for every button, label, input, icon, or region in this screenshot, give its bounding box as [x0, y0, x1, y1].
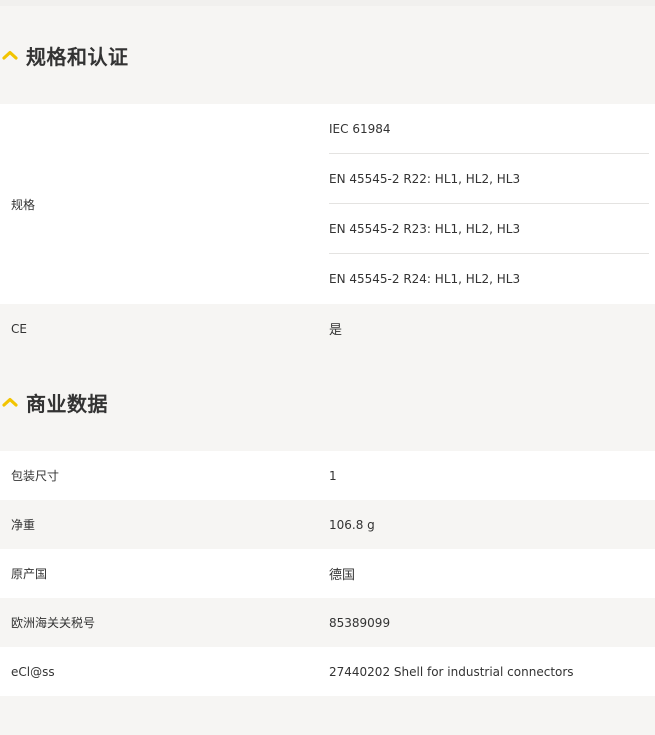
standard-item: IEC 61984 [329, 104, 649, 154]
section-title: 商业数据 [26, 391, 108, 416]
row-value: 是 [329, 304, 655, 353]
row-value: 106.8 g [329, 517, 375, 532]
table-row-net-weight: 净重 106.8 g [0, 500, 655, 549]
standard-item: EN 45545-2 R22: HL1, HL2, HL3 [329, 154, 649, 204]
table-row-standards: 规格 IEC 61984 EN 45545-2 R22: HL1, HL2, H… [0, 104, 655, 304]
row-label: eCl@ss [11, 664, 55, 679]
row-label: CE [11, 321, 27, 336]
row-value: 德国 [329, 549, 655, 598]
row-value: 27440202 Shell for industrial connectors [329, 664, 574, 679]
standard-item: EN 45545-2 R23: HL1, HL2, HL3 [329, 204, 649, 254]
chevron-up-icon [2, 396, 18, 408]
row-value: 85389099 [329, 615, 391, 630]
section-header-specifications[interactable]: 规格和认证 [0, 6, 655, 104]
section-specifications: 规格和认证 规格 IEC 61984 EN 45545-2 R22: HL1, … [0, 6, 655, 353]
row-label: 规格 [11, 197, 36, 212]
table-row-ce: CE 是 [0, 304, 655, 353]
row-value-list: IEC 61984 EN 45545-2 R22: HL1, HL2, HL3 … [329, 104, 655, 304]
row-label: 净重 [11, 518, 36, 532]
row-label: 原产国 [11, 567, 48, 581]
table-row-package-size: 包装尺寸 1 [0, 451, 655, 500]
section-title: 规格和认证 [26, 44, 129, 69]
table-row-eclass: eCl@ss 27440202 Shell for industrial con… [0, 647, 655, 696]
chevron-up-icon [2, 49, 18, 61]
row-label: 包装尺寸 [11, 469, 60, 483]
row-value-text: 德国 [329, 568, 356, 583]
table-row-customs-tariff: 欧洲海关关税号 85389099 [0, 598, 655, 647]
table-row-country-of-origin: 原产国 德国 [0, 549, 655, 598]
row-label: 欧洲海关关税号 [11, 616, 96, 630]
product-details-page: 规格和认证 规格 IEC 61984 EN 45545-2 R22: HL1, … [0, 0, 655, 735]
spec-table: 规格 IEC 61984 EN 45545-2 R22: HL1, HL2, H… [0, 104, 655, 353]
commercial-table: 包装尺寸 1 净重 106.8 g 原产国 德国 欧洲海关关税号 8538909… [0, 451, 655, 696]
row-value: 1 [329, 468, 337, 483]
row-value-text: 是 [329, 323, 343, 338]
section-header-commercial-data[interactable]: 商业数据 [0, 353, 655, 451]
section-commercial-data: 商业数据 包装尺寸 1 净重 106.8 g 原产国 德国 欧洲海关关税号 85… [0, 353, 655, 696]
standard-item: EN 45545-2 R24: HL1, HL2, HL3 [329, 272, 521, 286]
